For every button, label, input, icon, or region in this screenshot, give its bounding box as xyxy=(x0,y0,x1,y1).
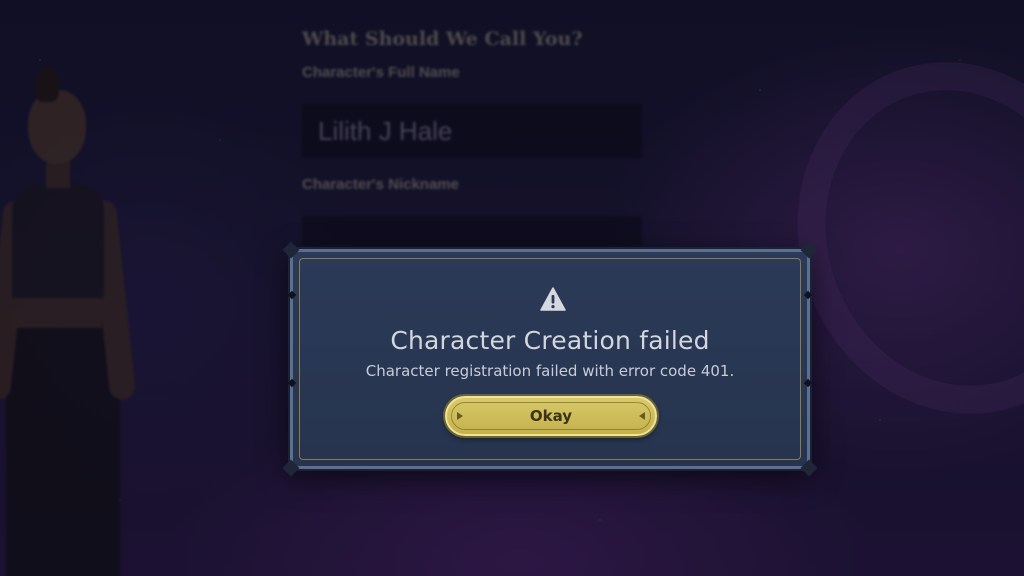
okay-button-label: Okay xyxy=(529,407,573,425)
dialog-side-ornament xyxy=(287,290,297,300)
dialog-message: Character registration failed with error… xyxy=(365,362,735,380)
dialog-title: Character Creation failed xyxy=(390,326,710,355)
okay-button[interactable]: Okay xyxy=(445,396,657,436)
game-screen: What Should We Call You? Character's Ful… xyxy=(0,0,1024,576)
warning-triangle-icon xyxy=(540,287,566,311)
error-dialog: Character Creation failed Character regi… xyxy=(282,241,818,477)
dialog-side-ornament xyxy=(287,378,297,388)
